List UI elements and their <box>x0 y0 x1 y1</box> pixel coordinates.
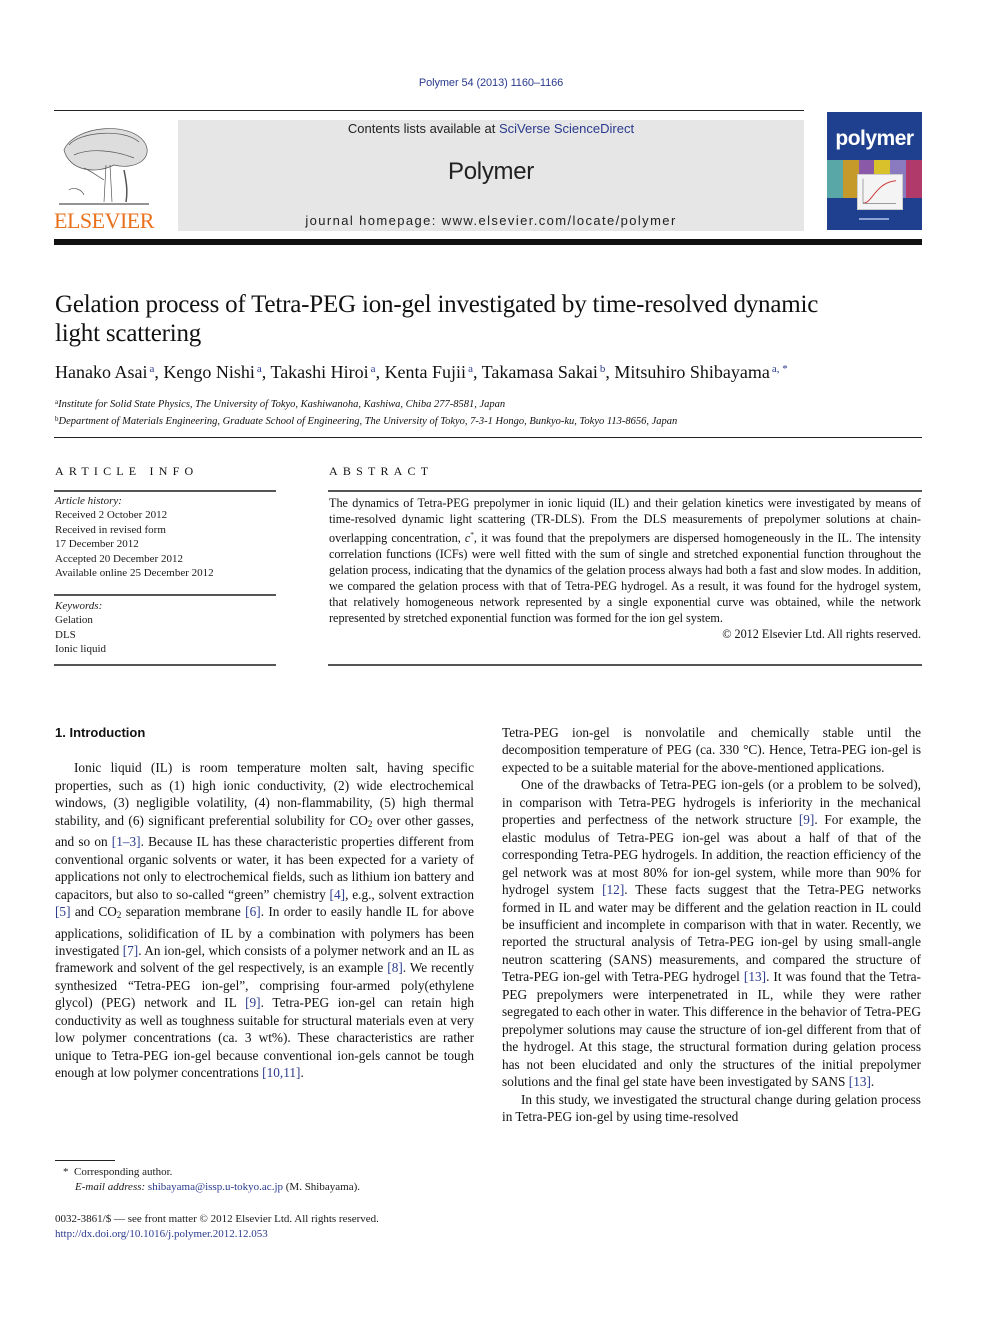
citation-link[interactable]: [1–3] <box>112 834 141 849</box>
affiliation-divider <box>54 437 922 438</box>
keyword: DLS <box>55 628 76 641</box>
body-column-left: 1. Introduction Ionic liquid (IL) is roo… <box>55 724 474 1082</box>
author-name: Takashi Hiroi <box>270 362 369 382</box>
affiliation-b: bDepartment of Materials Engineering, Gr… <box>55 415 678 427</box>
journal-cover-image[interactable]: polymer <box>827 112 922 230</box>
citation-link[interactable]: [4] <box>330 887 346 902</box>
history-item: Received in revised form <box>55 523 166 536</box>
citation-link[interactable]: [13] <box>744 969 766 984</box>
article-history: Article history: Received 2 October 2012… <box>55 494 277 580</box>
contents-prefix: Contents lists available at <box>347 121 499 136</box>
citation-link[interactable]: [10,11] <box>262 1065 300 1080</box>
article-info-divider <box>54 490 276 492</box>
elsevier-logo[interactable]: ELSEVIER <box>54 120 154 233</box>
elsevier-tree-icon <box>54 120 154 208</box>
history-item: Accepted 20 December 2012 <box>55 552 183 565</box>
history-item: Available online 25 December 2012 <box>55 567 214 580</box>
top-divider <box>54 110 804 111</box>
section-heading-introduction: 1. Introduction <box>55 725 146 740</box>
journal-name: Polymer <box>448 158 534 185</box>
journal-citation[interactable]: Polymer 54 (2013) 1160–1166 <box>0 77 982 89</box>
citation-link[interactable]: [12] <box>602 882 624 897</box>
header-thick-divider <box>54 239 922 245</box>
email-label: E-mail address: <box>75 1181 146 1193</box>
citation-link[interactable]: [6] <box>245 904 261 919</box>
abstract-copyright: © 2012 Elsevier Ltd. All rights reserved… <box>722 627 921 642</box>
affiliation-a: aInstitute for Solid State Physics, The … <box>55 398 506 410</box>
author-name: Kenta Fujii <box>384 362 467 382</box>
keyword: Ionic liquid <box>55 643 107 656</box>
keywords-label: Keywords: <box>55 600 103 612</box>
affiliation-link[interactable]: b <box>600 363 606 375</box>
contents-availability: Contents lists available at SciVerse Sci… <box>178 121 804 136</box>
subscript: 2 <box>116 910 122 921</box>
affiliations: aInstitute for Solid State Physics, The … <box>55 395 935 429</box>
affiliation-link[interactable]: a <box>257 363 262 375</box>
keyword: Gelation <box>55 614 93 627</box>
cover-footer-mark <box>859 218 889 220</box>
affiliation-link[interactable]: a <box>371 363 376 375</box>
corresponding-author-footnote: * Corresponding author. E-mail address: … <box>63 1166 360 1193</box>
body-column-right: Tetra-PEG ion-gel is nonvolatile and che… <box>502 724 921 1125</box>
journal-homepage[interactable]: journal homepage: www.elsevier.com/locat… <box>178 213 804 228</box>
article-info-bottom-divider <box>54 664 276 666</box>
footnote-divider <box>55 1160 115 1161</box>
cover-title: polymer <box>835 127 914 150</box>
author-name: Kengo Nishi <box>163 362 255 382</box>
citation-link[interactable]: [8] <box>387 960 403 975</box>
keywords: Keywords: Gelation DLS Ionic liquid <box>55 599 277 657</box>
article-info-heading: ARTICLE INFO <box>55 464 199 478</box>
history-item: Received 2 October 2012 <box>55 509 168 522</box>
sciencedirect-link[interactable]: SciVerse ScienceDirect <box>499 121 634 136</box>
cover-graph-icon <box>857 174 903 210</box>
citation-link[interactable]: [7] <box>123 943 139 958</box>
affiliation-link[interactable]: a <box>468 363 473 375</box>
journal-header-box: Contents lists available at SciVerse Sci… <box>178 120 804 231</box>
issn-line: 0032-3861/$ — see front matter © 2012 El… <box>55 1213 379 1225</box>
author-email-link[interactable]: shibayama@issp.u-tokyo.ac.jp <box>148 1181 283 1193</box>
abstract-bottom-divider <box>328 664 922 666</box>
author-name: Hanako Asai <box>55 362 148 382</box>
intro-paragraph-1-continued: Tetra-PEG ion-gel is nonvolatile and che… <box>502 725 921 775</box>
affiliation-link[interactable]: a, * <box>772 363 788 375</box>
citation-link[interactable]: [5] <box>55 904 71 919</box>
intro-paragraph-1: Ionic liquid (IL) is room temperature mo… <box>55 760 474 1081</box>
history-item: 17 December 2012 <box>55 538 139 551</box>
abstract-divider <box>328 490 922 492</box>
keywords-divider <box>54 594 276 596</box>
intro-paragraph-3: In this study, we investigated the struc… <box>502 1091 921 1124</box>
article-title: Gelation process of Tetra-PEG ion-gel in… <box>55 291 819 347</box>
elsevier-wordmark: ELSEVIER <box>54 208 154 233</box>
citation-link[interactable]: [9] <box>799 812 815 827</box>
abstract-heading: ABSTRACT <box>329 464 434 478</box>
intro-paragraph-2: One of the drawbacks of Tetra-PEG ion-ge… <box>502 777 922 1090</box>
history-label: Article history: <box>55 495 122 507</box>
citation-link[interactable]: [13] <box>849 1074 871 1089</box>
citation-link[interactable]: [9] <box>245 995 261 1010</box>
author-name: Mitsuhiro Shibayama <box>614 362 770 382</box>
author-name: Takamasa Sakai <box>481 362 598 382</box>
doi-link[interactable]: http://dx.doi.org/10.1016/j.polymer.2012… <box>55 1228 268 1240</box>
subscript: 2 <box>367 818 373 829</box>
abstract-text: The dynamics of Tetra-PEG prepolymer in … <box>329 496 922 642</box>
affiliation-link[interactable]: a <box>149 363 154 375</box>
author-list: Hanako Asai a, Kengo Nishi a, Takashi Hiro… <box>55 362 788 382</box>
issn-footer: 0032-3861/$ — see front matter © 2012 El… <box>55 1212 485 1242</box>
